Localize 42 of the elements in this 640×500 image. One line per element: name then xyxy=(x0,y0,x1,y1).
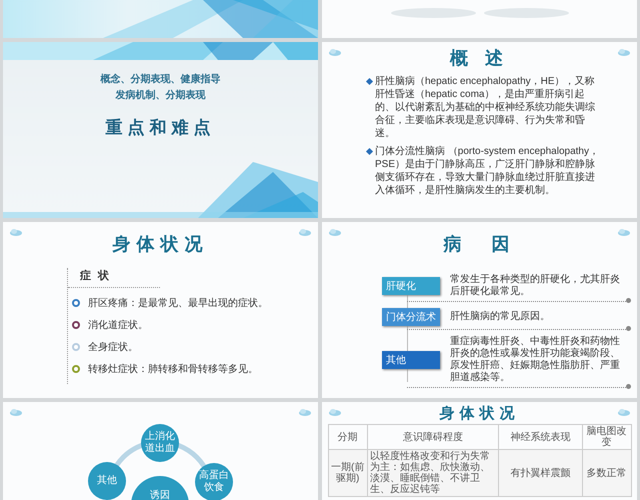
paragraph: 门体分流性脑病 （porto-system encephalopathy，PSE）是由于门静脉高压，广泛肝门静脉和腔静脉侧支循环存在，导致大量门静脉血绕过肝脏直接进入体循环，是肝性脑病发生的主要机制。 xyxy=(375,145,600,197)
cloud-icon xyxy=(298,228,312,236)
symptom-text: 转移灶症状：肺转移和骨转移等多见。 xyxy=(88,362,258,376)
column-header: 意识障碍程度 xyxy=(367,424,499,450)
diamond-bullet-icon xyxy=(366,148,374,156)
subtitle: 发病机制、分期表现 xyxy=(116,88,206,103)
slide-title: 身体状况 xyxy=(112,233,208,256)
cloud-icon xyxy=(328,408,342,416)
diamond-bullet-icon xyxy=(366,78,374,86)
slide-title: 概 述 xyxy=(450,47,509,70)
cloud-icon xyxy=(328,228,342,236)
cloud-icon xyxy=(328,48,342,56)
cause-node: 其他 xyxy=(88,462,126,500)
center-node: 诱因 xyxy=(131,476,189,500)
table-cell: 有扑翼样震颤 xyxy=(498,450,582,496)
section-heading: 症 状 xyxy=(68,268,160,288)
symptom-text: 全身症状。 xyxy=(88,340,138,354)
cloud-icon xyxy=(617,228,631,236)
cause-label: 门体分流术 xyxy=(382,308,440,326)
symptom-text: 肝区疼痛：是最常见、最早出现的症状。 xyxy=(88,296,268,310)
cloud-icon xyxy=(9,228,23,236)
table-cell: 一期(前驱期) xyxy=(328,450,368,496)
cloud-icon xyxy=(298,408,312,416)
slide-title: 重点和难点 xyxy=(106,117,216,139)
cause-description: 重症病毒性肝炎、中毒性肝炎和药物性肝炎的急性或暴发性肝功能衰竭阶段、原发性肝癌、妊娠期急性脂肪肝、严重胆道感染等。 xyxy=(450,336,621,384)
cloud-icon xyxy=(617,48,631,56)
symptom-text: 消化道症状。 xyxy=(88,318,148,332)
slide-title: 病 因 xyxy=(444,233,516,256)
table-cell: 多数正常 xyxy=(582,450,631,496)
subtitle: 概念、分期表现、健康指导 xyxy=(100,72,220,87)
cloud-icon xyxy=(9,408,23,416)
cause-node: 高蛋白饮食 xyxy=(195,463,233,500)
cause-description: 常发生于各种类型的肝硬化，尤其肝炎后肝硬化最常见。 xyxy=(450,274,621,298)
cause-node: 上消化道出血 xyxy=(141,424,179,462)
cause-label: 肝硬化 xyxy=(382,277,440,295)
cloud-icon xyxy=(617,408,631,416)
paragraph: 肝性脑病（hepatic encephalopathy，HE），又称肝性昏迷（hepatic coma），是由严重肝病引起的、以代谢紊乱为基础的中枢神经系统功能失调综合征，主要临床表现是意识障碍、行为失常和昏迷。 xyxy=(375,75,596,140)
cause-description: 肝性脑病的常见原因。 xyxy=(450,311,551,323)
slide-title: 身体状况 xyxy=(440,404,520,423)
table-cell: 以轻度性格改变和行为失常为主：如焦虑、欣快激动、淡漠、睡眠倒错、不讲卫生、反应迟钝等 xyxy=(367,450,499,496)
column-header: 分期 xyxy=(328,424,368,450)
cause-label: 其他 xyxy=(382,351,440,369)
